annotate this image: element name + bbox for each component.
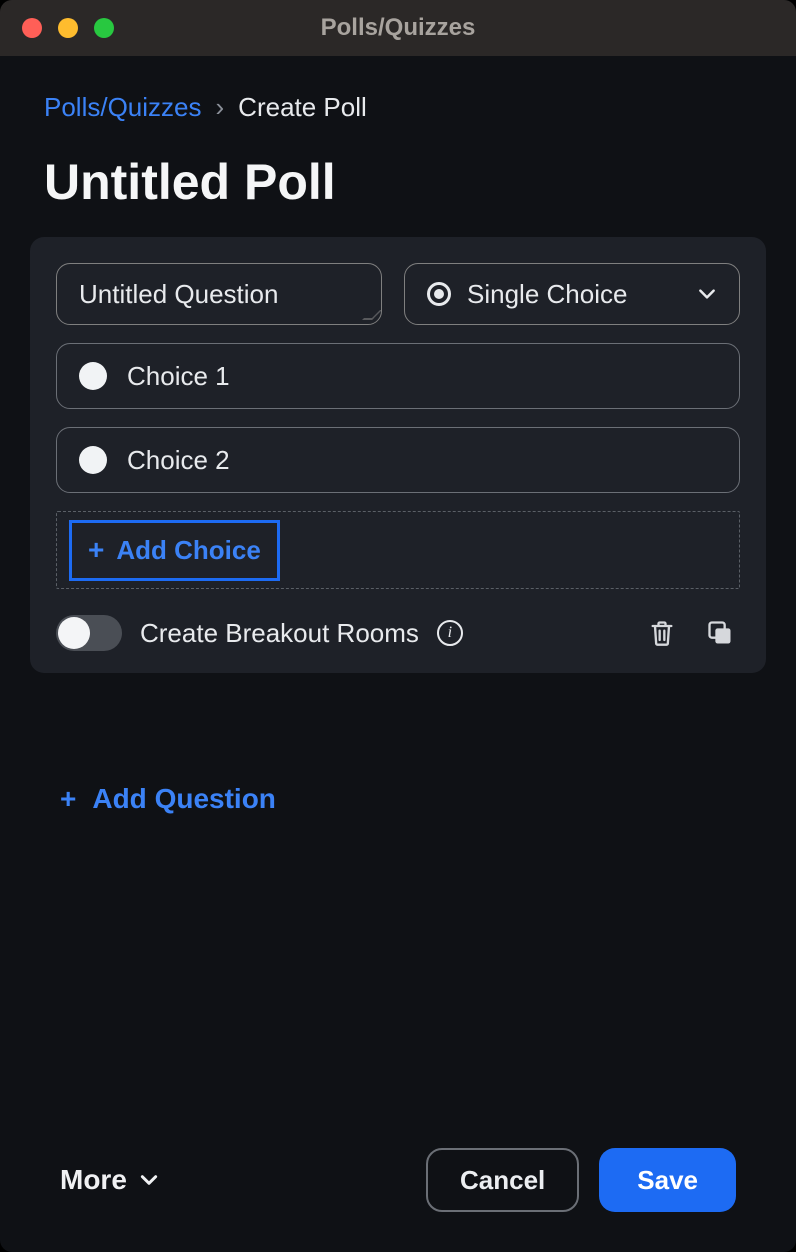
breakout-rooms-label: Create Breakout Rooms: [140, 618, 419, 649]
add-choice-slot: + Add Choice: [56, 511, 740, 589]
duplicate-question-button[interactable]: [700, 613, 740, 653]
maximize-window-button[interactable]: [94, 18, 114, 38]
breadcrumb-current: Create Poll: [238, 92, 367, 123]
close-window-button[interactable]: [22, 18, 42, 38]
cancel-button[interactable]: Cancel: [426, 1148, 579, 1212]
question-title-wrap: [56, 263, 382, 325]
radio-selected-icon: [427, 282, 451, 306]
window: Polls/Quizzes Polls/Quizzes › Create Pol…: [0, 0, 796, 1252]
question-footer-row: Create Breakout Rooms i: [56, 607, 740, 653]
chevron-right-icon: ›: [216, 92, 225, 123]
breadcrumb-root-link[interactable]: Polls/Quizzes: [44, 92, 202, 123]
footer-bar: More Cancel Save: [30, 1148, 766, 1252]
content-area: Polls/Quizzes › Create Poll Untitled Pol…: [0, 56, 796, 1252]
question-card: Single Choice Choice 1 Choice 2 + Add Ch…: [30, 237, 766, 673]
choice-row[interactable]: Choice 1: [56, 343, 740, 409]
copy-icon: [706, 619, 734, 647]
chevron-down-icon: [139, 1170, 159, 1190]
breadcrumb: Polls/Quizzes › Create Poll: [30, 86, 766, 123]
traffic-lights: [0, 18, 114, 38]
page-title[interactable]: Untitled Poll: [30, 123, 766, 237]
choice-row[interactable]: Choice 2: [56, 427, 740, 493]
choice-label: Choice 2: [127, 445, 230, 476]
radio-icon: [79, 362, 107, 390]
question-type-select[interactable]: Single Choice: [404, 263, 740, 325]
question-header-row: Single Choice: [56, 263, 740, 325]
delete-question-button[interactable]: [642, 613, 682, 653]
minimize-window-button[interactable]: [58, 18, 78, 38]
plus-icon: +: [60, 785, 76, 813]
question-type-label: Single Choice: [467, 279, 681, 310]
save-button[interactable]: Save: [599, 1148, 736, 1212]
add-choice-label: Add Choice: [116, 535, 260, 566]
window-title: Polls/Quizzes: [0, 14, 796, 42]
titlebar: Polls/Quizzes: [0, 0, 796, 56]
add-question-label: Add Question: [92, 783, 276, 815]
add-question-button[interactable]: + Add Question: [30, 673, 276, 815]
radio-icon: [79, 446, 107, 474]
plus-icon: +: [88, 536, 104, 564]
breakout-rooms-toggle[interactable]: [56, 615, 122, 651]
add-choice-button[interactable]: + Add Choice: [69, 520, 280, 581]
choice-label: Choice 1: [127, 361, 230, 392]
info-icon[interactable]: i: [437, 620, 463, 646]
more-label: More: [60, 1164, 127, 1196]
toggle-knob: [58, 617, 90, 649]
chevron-down-icon: [697, 284, 717, 304]
trash-icon: [648, 619, 676, 647]
more-menu-button[interactable]: More: [60, 1164, 159, 1196]
question-title-input[interactable]: [56, 263, 382, 325]
